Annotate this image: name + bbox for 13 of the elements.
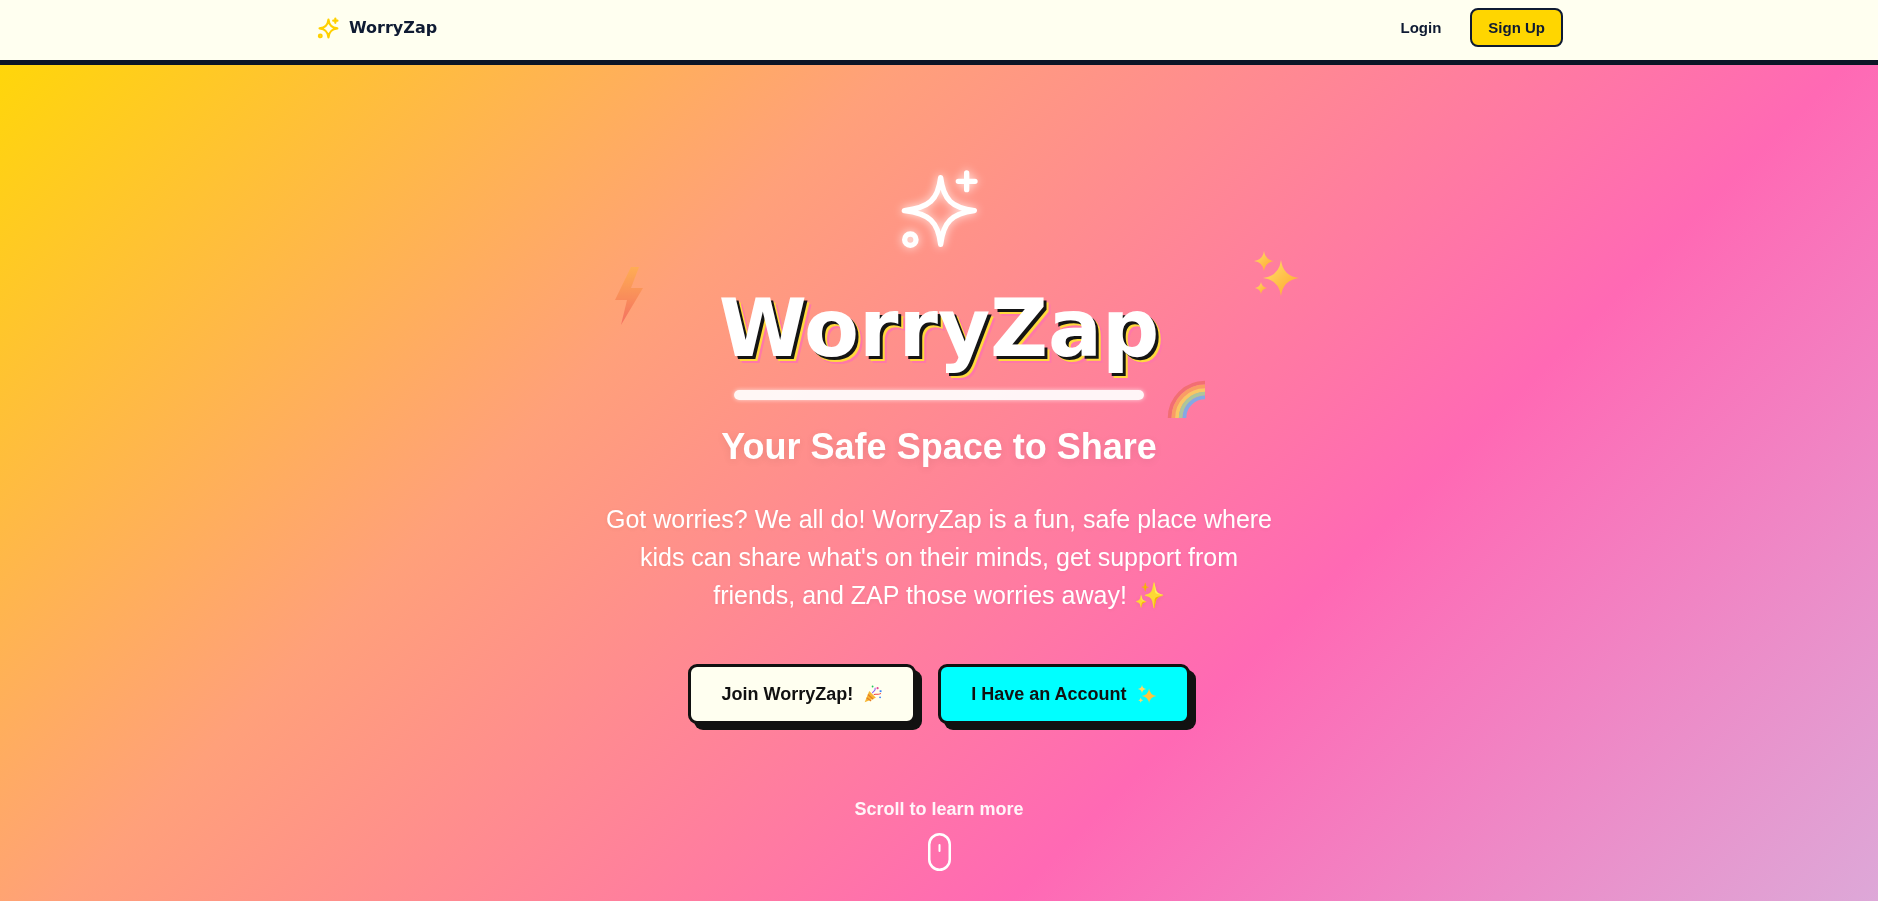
signup-button[interactable]: Sign Up [1470,8,1563,47]
sparkles-icon [1136,684,1157,704]
intro-text: Got worries? We all do! WorryZap is a fun, safe place where kids can share what's on their minds, get support from friends, and ZAP those worries away! ✨ [605,504,1273,611]
hero-title: WorryZap [717,281,1161,377]
brand-name[interactable]: WorryZap [349,18,438,37]
rainbow-icon [1167,380,1205,418]
login-link[interactable]: Login [1400,19,1442,36]
hero-subtitle: Your Safe Space to Share [721,425,1157,468]
sparkle-icon [899,169,979,249]
party-popper-icon [863,684,884,704]
mouse-icon [927,833,951,871]
sparkle-logo-icon [317,16,339,39]
scroll-hint: Scroll to learn more [854,799,1024,820]
